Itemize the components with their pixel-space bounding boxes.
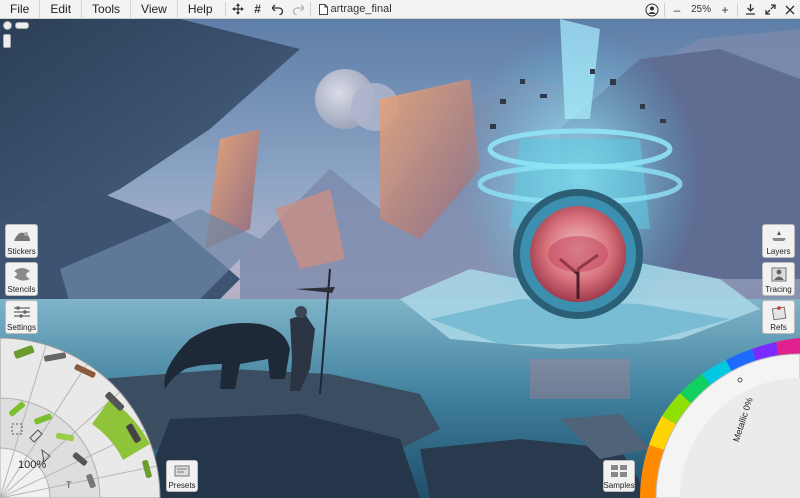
expand-icon: [764, 4, 776, 15]
menu-bar: File Edit Tools View Help # artrage_fina…: [0, 0, 800, 19]
plus-icon: +: [721, 2, 729, 17]
hide-panels-toggle[interactable]: [15, 22, 29, 29]
close-button[interactable]: [780, 0, 800, 19]
settings-sliders-icon: [12, 301, 32, 323]
svg-text:T: T: [66, 480, 72, 490]
move-icon: [231, 3, 244, 15]
zoom-in-button[interactable]: +: [715, 0, 735, 19]
separator: [309, 2, 311, 16]
menu-tools[interactable]: Tools: [81, 0, 130, 19]
download-button[interactable]: [740, 0, 760, 19]
redo-icon: [292, 4, 304, 15]
grid-icon: #: [254, 2, 261, 16]
reference-pin-icon: [769, 301, 789, 323]
panel-slider[interactable]: [3, 34, 11, 48]
settings-button[interactable]: Settings: [5, 300, 38, 334]
samples-button[interactable]: Samples: [603, 460, 635, 492]
document-icon: [318, 3, 328, 15]
stencil-icon: [12, 263, 32, 285]
separator: [224, 2, 226, 16]
tool-picker-wheel[interactable]: T: [0, 338, 165, 498]
account-button[interactable]: [642, 0, 662, 19]
separator: [663, 2, 665, 17]
document-tab[interactable]: artrage_final: [313, 3, 398, 15]
download-icon: [745, 4, 755, 15]
menu-edit[interactable]: Edit: [39, 0, 81, 19]
presets-button[interactable]: Presets: [166, 460, 198, 492]
tracing-icon: [769, 263, 789, 285]
canvas-settings-button[interactable]: [3, 21, 12, 30]
layers-button[interactable]: Layers: [762, 224, 795, 258]
menu-view[interactable]: View: [130, 0, 177, 19]
document-name: artrage_final: [330, 3, 392, 15]
refs-label: Refs: [770, 323, 787, 332]
sticker-icon: [12, 225, 32, 247]
tool-zoom-level[interactable]: 100%: [18, 459, 46, 471]
undo-button[interactable]: [268, 0, 288, 19]
stencils-button[interactable]: Stencils: [5, 262, 38, 296]
tracing-button[interactable]: Tracing: [762, 262, 795, 296]
grid-button[interactable]: #: [248, 0, 268, 19]
stencils-label: Stencils: [7, 285, 36, 294]
window-controls: – 25% +: [642, 0, 800, 19]
presets-icon: [174, 461, 190, 481]
samples-icon: [610, 461, 628, 481]
layers-label: Layers: [766, 247, 791, 256]
tracing-label: Tracing: [765, 285, 792, 294]
zoom-out-button[interactable]: –: [667, 0, 687, 19]
undo-icon: [271, 4, 283, 15]
stickers-label: Stickers: [7, 247, 36, 256]
stickers-button[interactable]: Stickers: [5, 224, 38, 258]
settings-label: Settings: [7, 323, 36, 332]
move-canvas-button[interactable]: [228, 0, 248, 19]
minus-icon: –: [673, 2, 681, 17]
close-icon: [785, 5, 795, 14]
fullscreen-button[interactable]: [760, 0, 780, 19]
color-picker-wheel[interactable]: [640, 338, 800, 498]
presets-label: Presets: [168, 481, 196, 490]
menu-file[interactable]: File: [0, 0, 39, 19]
separator: [737, 2, 738, 17]
zoom-level: 25%: [690, 4, 711, 15]
samples-label: Samples: [603, 481, 635, 490]
layers-icon: [769, 225, 789, 247]
menu-help[interactable]: Help: [176, 0, 223, 19]
account-icon: [645, 3, 659, 16]
references-button[interactable]: Refs: [762, 300, 795, 334]
redo-button[interactable]: [288, 0, 308, 19]
